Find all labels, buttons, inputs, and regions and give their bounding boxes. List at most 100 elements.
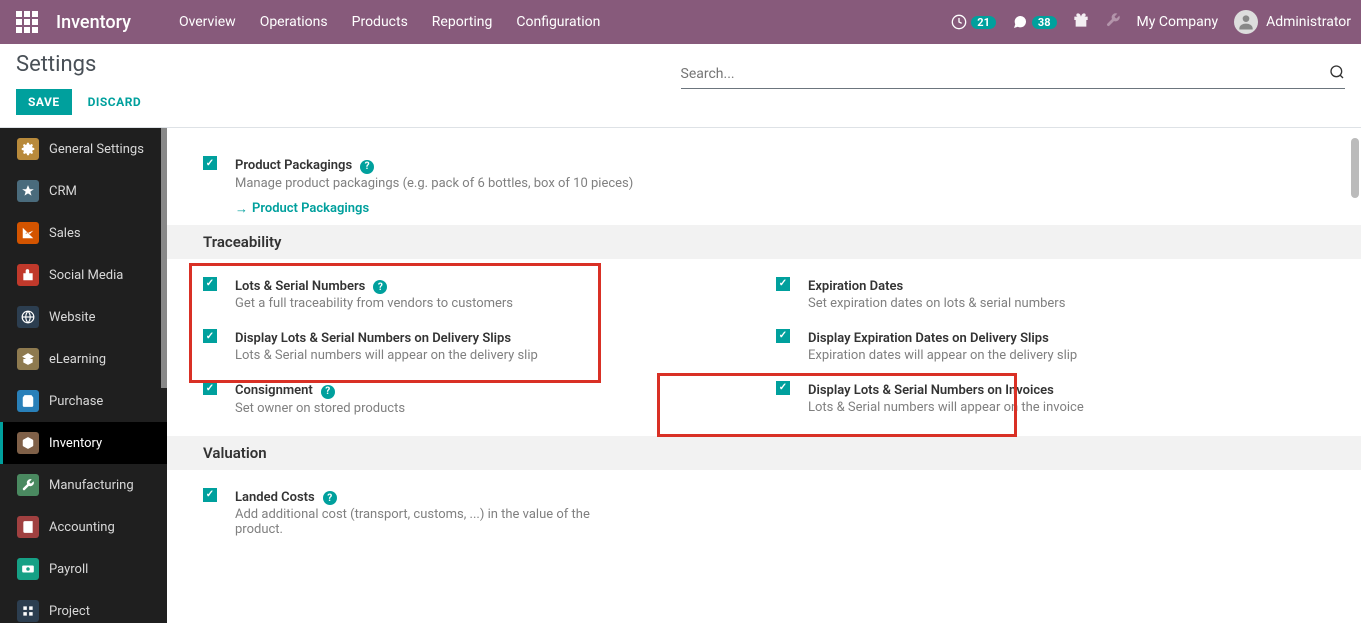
- help-icon[interactable]: ?: [321, 385, 335, 399]
- packagings-link[interactable]: Product Packagings: [235, 201, 752, 217]
- sidebar-item-manufacturing[interactable]: Manufacturing: [0, 464, 167, 506]
- nav-operations[interactable]: Operations: [260, 14, 328, 30]
- setting-desc: Lots & Serial numbers will appear on the…: [235, 348, 752, 363]
- save-button[interactable]: SAVE: [16, 89, 72, 115]
- sidebar-item-general[interactable]: General Settings: [0, 128, 167, 170]
- help-icon[interactable]: ?: [323, 491, 337, 505]
- gift-icon[interactable]: [1073, 12, 1089, 32]
- search-input[interactable]: [681, 66, 1330, 82]
- wrench-icon: [17, 474, 39, 496]
- setting-desc: Set owner on stored products: [235, 401, 752, 416]
- setting-title: Display Lots & Serial Numbers on Deliver…: [235, 331, 511, 346]
- apps-icon[interactable]: [16, 11, 38, 33]
- setting-title: Landed Costs: [235, 490, 315, 505]
- sidebar-label: CRM: [49, 184, 77, 199]
- control-panel: Settings SAVE DISCARD: [0, 44, 1361, 128]
- setting-expiration: Expiration Dates Set expiration dates on…: [776, 267, 1325, 319]
- setting-desc: Manage product packagings (e.g. pack of …: [235, 176, 752, 191]
- nav-right: 21 38 My Company Administrator: [951, 10, 1351, 34]
- sidebar-item-purchase[interactable]: Purchase: [0, 380, 167, 422]
- help-icon[interactable]: ?: [360, 160, 374, 174]
- nav-configuration[interactable]: Configuration: [516, 14, 600, 30]
- sidebar-label: Accounting: [49, 520, 115, 535]
- sidebar-label: Payroll: [49, 562, 88, 577]
- nav-products[interactable]: Products: [352, 14, 408, 30]
- message-count: 38: [1032, 16, 1057, 29]
- avatar-icon: [1234, 10, 1258, 34]
- sidebar-label: Social Media: [49, 268, 123, 283]
- setting-desc: Get a full traceability from vendors to …: [235, 296, 752, 311]
- graduation-icon: [17, 348, 39, 370]
- top-navbar: Inventory Overview Operations Products R…: [0, 0, 1361, 44]
- user-name: Administrator: [1266, 14, 1351, 30]
- page-title: Settings: [16, 52, 681, 77]
- setting-invoices: Display Lots & Serial Numbers on Invoice…: [776, 371, 1325, 423]
- activity-count: 21: [971, 16, 996, 29]
- settings-content: Product Packagings ? Manage product pack…: [167, 128, 1361, 623]
- handshake-icon: [17, 180, 39, 202]
- user-menu[interactable]: Administrator: [1234, 10, 1351, 34]
- setting-consignment: Consignment ? Set owner on stored produc…: [203, 371, 752, 424]
- sidebar-item-elearning[interactable]: eLearning: [0, 338, 167, 380]
- section-traceability: Traceability: [167, 225, 1361, 259]
- nav-overview[interactable]: Overview: [179, 14, 236, 30]
- messages-indicator[interactable]: 38: [1012, 14, 1057, 30]
- sidebar-label: Website: [49, 310, 96, 325]
- sidebar-item-accounting[interactable]: Accounting: [0, 506, 167, 548]
- checkbox-landed[interactable]: [203, 488, 217, 502]
- setting-packagings: Product Packagings ? Manage product pack…: [203, 146, 752, 225]
- checkbox-lots[interactable]: [203, 277, 217, 291]
- sidebar-label: General Settings: [49, 142, 144, 157]
- thumbs-up-icon: [17, 264, 39, 286]
- sidebar-label: Inventory: [49, 436, 102, 451]
- sidebar-item-payroll[interactable]: Payroll: [0, 548, 167, 590]
- sidebar-label: Manufacturing: [49, 478, 134, 493]
- setting-title: Expiration Dates: [808, 279, 903, 294]
- sidebar-item-project[interactable]: Project: [0, 590, 167, 623]
- wrench-icon[interactable]: [1105, 12, 1121, 32]
- checkbox-expiration[interactable]: [776, 277, 790, 291]
- setting-landed-costs: Landed Costs ? Add additional cost (tran…: [203, 478, 752, 546]
- book-icon: [17, 516, 39, 538]
- setting-desc: Lots & Serial numbers will appear on the…: [808, 400, 1325, 415]
- checkbox-packagings[interactable]: [203, 156, 217, 170]
- puzzle-icon: [17, 600, 39, 622]
- sidebar-label: Purchase: [49, 394, 103, 409]
- sidebar-label: Project: [49, 604, 90, 619]
- setting-lots: Lots & Serial Numbers ? Get a full trace…: [203, 267, 752, 320]
- setting-title: Product Packagings: [235, 158, 352, 173]
- chat-icon: [1012, 14, 1028, 30]
- nav-menu: Overview Operations Products Reporting C…: [179, 14, 951, 30]
- setting-title: Display Lots & Serial Numbers on Invoice…: [808, 383, 1054, 398]
- setting-title: Display Expiration Dates on Delivery Sli…: [808, 331, 1049, 346]
- chart-icon: [17, 222, 39, 244]
- setting-title: Consignment: [235, 383, 313, 398]
- sidebar-item-sales[interactable]: Sales: [0, 212, 167, 254]
- sidebar-label: eLearning: [49, 352, 106, 367]
- sidebar-label: Sales: [49, 226, 81, 241]
- box-icon: [17, 432, 39, 454]
- globe-icon: [17, 306, 39, 328]
- setting-desc: Add additional cost (transport, customs,…: [235, 507, 595, 537]
- nav-reporting[interactable]: Reporting: [432, 14, 493, 30]
- section-valuation: Valuation: [167, 436, 1361, 470]
- setting-desc: Expiration dates will appear on the deli…: [808, 348, 1325, 363]
- checkbox-exp-delivery[interactable]: [776, 329, 790, 343]
- checkbox-delivery-slips[interactable]: [203, 329, 217, 343]
- activity-indicator[interactable]: 21: [951, 14, 996, 30]
- checkbox-invoices[interactable]: [776, 381, 790, 395]
- sidebar-item-inventory[interactable]: Inventory: [0, 422, 167, 464]
- gear-icon: [17, 138, 39, 160]
- company-name[interactable]: My Company: [1137, 14, 1219, 30]
- app-brand[interactable]: Inventory: [56, 12, 131, 33]
- discard-button[interactable]: DISCARD: [76, 89, 154, 115]
- sidebar-item-website[interactable]: Website: [0, 296, 167, 338]
- sidebar-item-social[interactable]: Social Media: [0, 254, 167, 296]
- setting-title: Lots & Serial Numbers: [235, 279, 365, 294]
- checkbox-consignment[interactable]: [203, 381, 217, 395]
- search-box: [681, 60, 1346, 89]
- help-icon[interactable]: ?: [373, 280, 387, 294]
- main-area: General Settings CRM Sales Social Media …: [0, 128, 1361, 623]
- search-icon[interactable]: [1329, 64, 1345, 84]
- sidebar-item-crm[interactable]: CRM: [0, 170, 167, 212]
